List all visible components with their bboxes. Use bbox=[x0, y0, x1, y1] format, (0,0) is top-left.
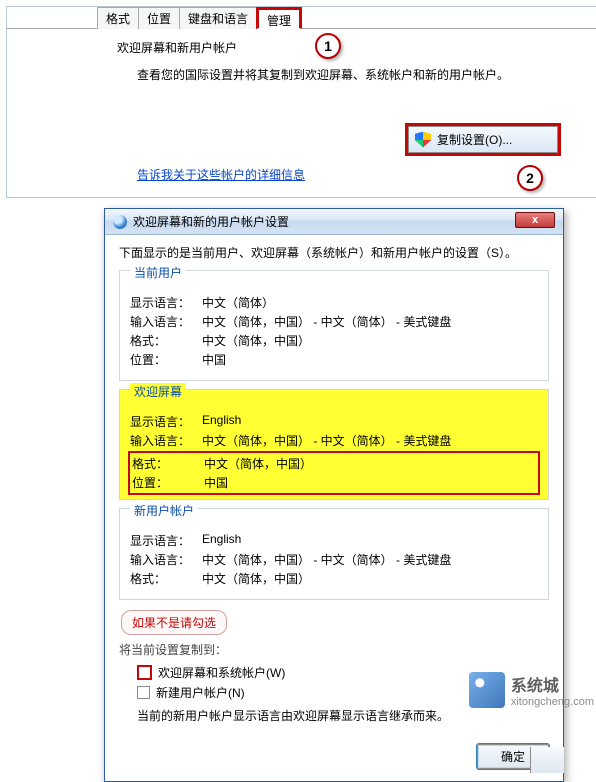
group-welcome-screen: 欢迎屏幕 显示语言：English 输入语言：中文（简体，中国） - 中文（简体… bbox=[119, 389, 549, 500]
dialog-title: 欢迎屏幕和新的用户帐户设置 bbox=[133, 213, 289, 230]
group-new-user-legend: 新用户帐户 bbox=[130, 502, 198, 519]
copy-to-title: 将当前设置复制到： bbox=[119, 641, 549, 658]
label-display-language: 显示语言： bbox=[130, 413, 202, 430]
checkbox-new-user-account[interactable] bbox=[137, 686, 150, 699]
label-location: 位置： bbox=[130, 351, 202, 368]
group-new-user: 新用户帐户 显示语言：English 输入语言：中文（简体，中国） - 中文（简… bbox=[119, 508, 549, 600]
annotation-marker-1: 1 bbox=[315, 33, 341, 59]
region-language-admin-panel: 格式 位置 键盘和语言 管理 1 欢迎屏幕和新用户帐户 查看您的国际设置并将其复… bbox=[6, 6, 596, 198]
tab-keyboard-language[interactable]: 键盘和语言 bbox=[179, 7, 257, 29]
cancel-button-partial[interactable] bbox=[530, 747, 564, 773]
label-format: 格式： bbox=[132, 455, 204, 472]
tell-me-more-link[interactable]: 告诉我关于这些帐户的详细信息 bbox=[137, 166, 305, 183]
label-display-language: 显示语言： bbox=[130, 294, 202, 311]
annotation-marker-2: 2 bbox=[517, 165, 543, 191]
tab-location[interactable]: 位置 bbox=[138, 7, 180, 29]
label-location: 位置： bbox=[132, 474, 204, 491]
dialog-titlebar: 欢迎屏幕和新的用户帐户设置 x bbox=[105, 209, 563, 235]
value-current-location: 中国 bbox=[202, 351, 538, 368]
tab-strip: 格式 位置 键盘和语言 管理 bbox=[7, 7, 596, 29]
label-input-language: 输入语言： bbox=[130, 313, 202, 330]
dialog-intro-text: 下面显示的是当前用户、欢迎屏幕（系统帐户）和新用户帐户的设置（S）。 bbox=[119, 245, 549, 262]
checkbox-welcome-and-system[interactable] bbox=[137, 665, 152, 680]
value-current-input-language: 中文（简体，中国） - 中文（简体） - 美式键盘 bbox=[202, 313, 538, 330]
uac-shield-icon bbox=[415, 132, 431, 148]
label-input-language: 输入语言： bbox=[130, 432, 202, 449]
value-welcome-format: 中文（简体，中国） bbox=[204, 455, 536, 472]
value-welcome-display-language: English bbox=[202, 413, 538, 430]
welcome-format-location-highlight: 格式：中文（简体，中国） 位置：中国 bbox=[128, 451, 540, 495]
checkbox-new-user-account-label: 新建用户帐户(N) bbox=[156, 684, 245, 701]
label-format: 格式： bbox=[130, 570, 202, 587]
value-newuser-input-language: 中文（简体，中国） - 中文（简体） - 美式键盘 bbox=[202, 551, 538, 568]
group-current-user: 当前用户 显示语言：中文（简体） 输入语言：中文（简体，中国） - 中文（简体）… bbox=[119, 270, 549, 381]
section-heading-welcome-new-user: 欢迎屏幕和新用户帐户 bbox=[117, 39, 571, 56]
label-display-language: 显示语言： bbox=[130, 532, 202, 549]
tab-admin[interactable]: 管理 bbox=[256, 7, 302, 29]
value-newuser-format: 中文（简体，中国） bbox=[202, 570, 538, 587]
copy-settings-button-label: 复制设置(O)... bbox=[437, 131, 512, 148]
group-current-user-legend: 当前用户 bbox=[130, 264, 186, 281]
section-description: 查看您的国际设置并将其复制到欢迎屏幕、系统帐户和新的用户帐户。 bbox=[137, 66, 571, 83]
copy-settings-button-highlight: 复制设置(O)... bbox=[405, 123, 561, 156]
dialog-close-button[interactable]: x bbox=[515, 212, 555, 228]
label-input-language: 输入语言： bbox=[130, 551, 202, 568]
value-current-format: 中文（简体，中国） bbox=[202, 332, 538, 349]
value-current-display-language: 中文（简体） bbox=[202, 294, 538, 311]
label-format: 格式： bbox=[130, 332, 202, 349]
tab-format[interactable]: 格式 bbox=[97, 7, 139, 29]
value-welcome-input-language: 中文（简体，中国） - 中文（简体） - 美式键盘 bbox=[202, 432, 538, 449]
welcome-new-user-settings-dialog: 欢迎屏幕和新的用户帐户设置 x 下面显示的是当前用户、欢迎屏幕（系统帐户）和新用… bbox=[104, 208, 564, 782]
value-welcome-location: 中国 bbox=[204, 474, 536, 491]
checkbox-welcome-and-system-label: 欢迎屏幕和系统帐户(W) bbox=[158, 664, 285, 681]
value-newuser-display-language: English bbox=[202, 532, 538, 549]
annotation-note-bubble: 如果不是请勾选 bbox=[121, 610, 227, 635]
copy-settings-button[interactable]: 复制设置(O)... bbox=[408, 126, 558, 153]
globe-icon bbox=[113, 215, 127, 229]
inheritance-note: 当前的新用户帐户显示语言由欢迎屏幕显示语言继承而来。 bbox=[137, 707, 549, 724]
group-welcome-screen-legend: 欢迎屏幕 bbox=[130, 383, 186, 400]
